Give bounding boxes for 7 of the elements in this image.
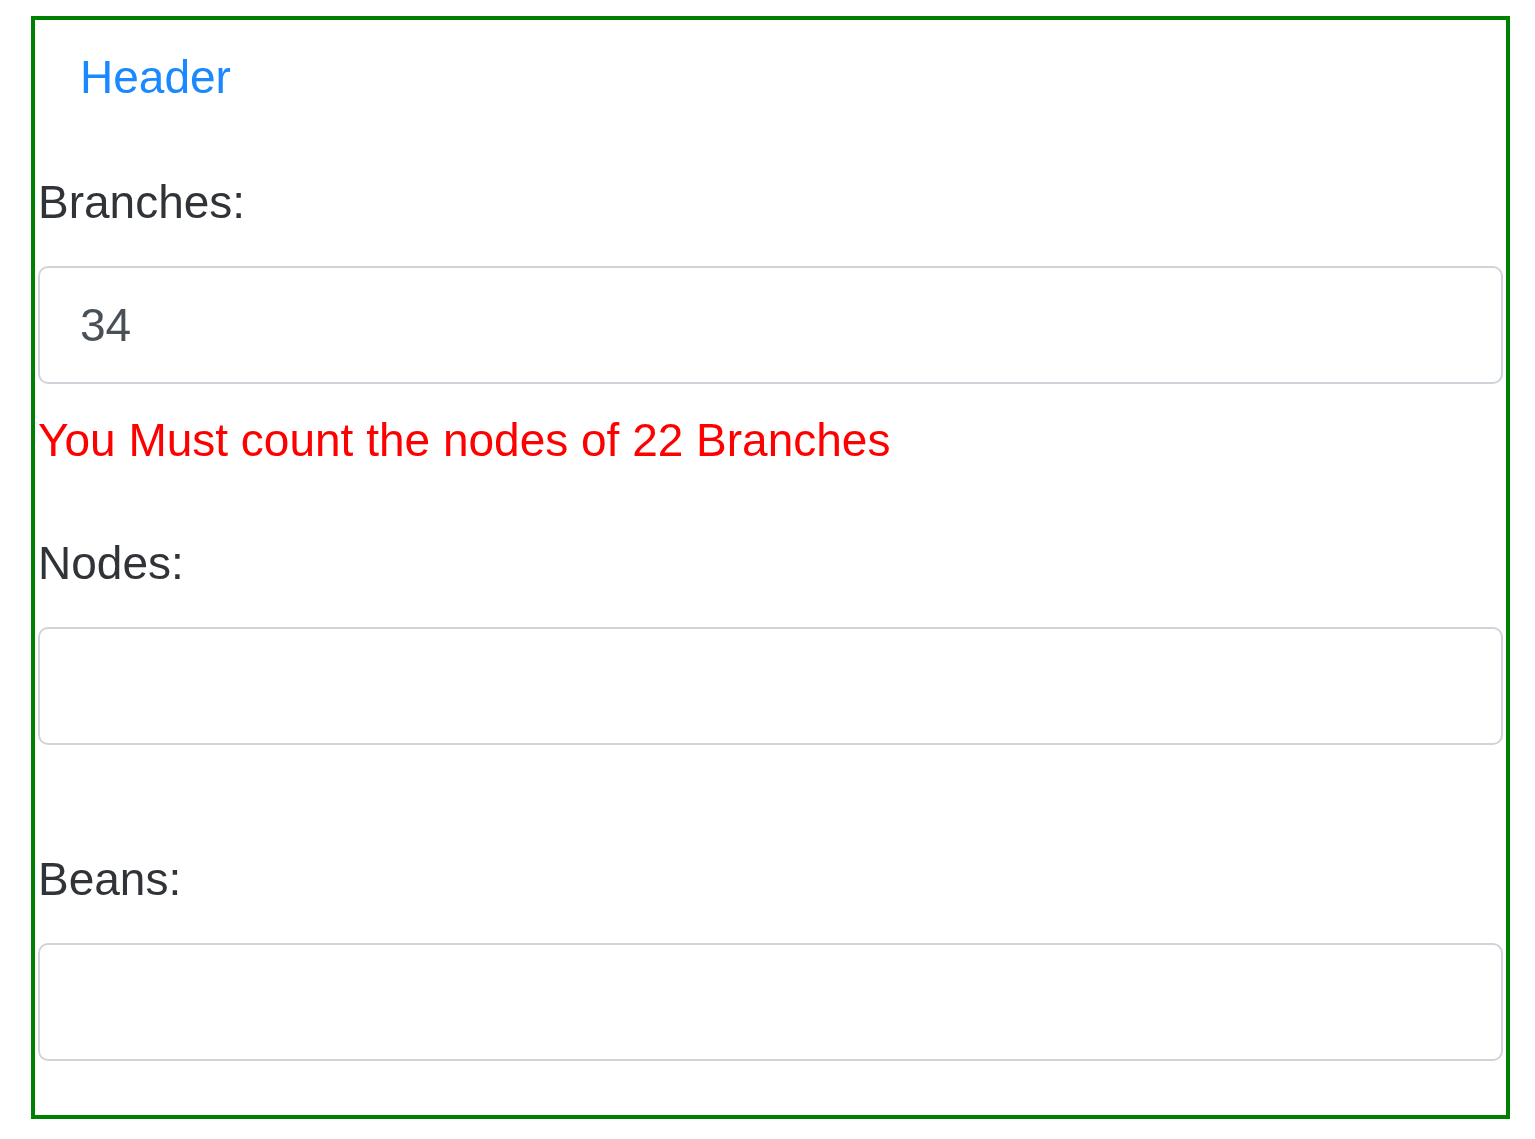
field-label: Branches:	[38, 175, 247, 230]
error-message: You Must count the nodes of 22 Branches	[38, 413, 892, 468]
input-field[interactable]: 34	[38, 266, 1503, 384]
input-field[interactable]	[38, 943, 1503, 1061]
input-field[interactable]	[38, 627, 1503, 745]
field-label: Beans:	[38, 852, 183, 907]
field-label: Nodes:	[38, 536, 185, 591]
